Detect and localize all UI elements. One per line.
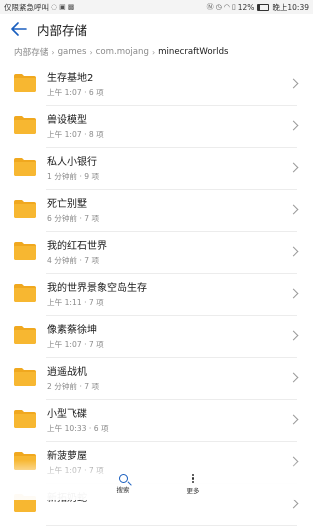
chevron-right-icon: › (151, 47, 156, 57)
folder-name: 兽设模型 (47, 115, 87, 126)
back-button[interactable] (10, 20, 28, 38)
folder-icon (14, 284, 36, 302)
chevron-right-icon (288, 372, 299, 383)
bottom-toolbar: 搜索 更多 (88, 470, 228, 498)
chevron-right-icon (288, 204, 299, 215)
status-bar: 仅限紧急呼叫 ◌ ▣ ▩ Ⓝ ◷ ◠ ▯ 12% 晚上10:39 (0, 0, 313, 14)
folder-meta: 2 分钟前 · 7 项 (47, 382, 100, 391)
folder-row[interactable]: 死亡别墅 6 分钟前 · 7 项 (0, 190, 313, 232)
folder-name: 我的世界景象空岛生存 (47, 283, 147, 294)
chevron-right-icon (288, 246, 299, 257)
folder-meta: 1 分钟前 · 9 项 (47, 172, 100, 181)
folder-row[interactable]: 生存基地2 上午 1:07 · 6 项 (0, 64, 313, 106)
more-vertical-icon (191, 473, 195, 484)
folder-icon (14, 452, 36, 470)
folder-row[interactable]: 我的世界景象空岛生存 上午 1:11 · 7 项 (0, 274, 313, 316)
sync-icon: ◌ (51, 2, 58, 11)
message-icon: ▣ (59, 2, 66, 11)
page-title: 内部存储 (37, 22, 88, 38)
folder-icon (14, 74, 36, 92)
folder-icon (14, 158, 36, 176)
folder-icon (14, 116, 36, 134)
more-label: 更多 (186, 487, 200, 495)
folder-icon (14, 410, 36, 428)
search-label: 搜索 (116, 486, 130, 494)
chevron-right-icon (288, 330, 299, 341)
folder-icon (14, 368, 36, 386)
more-button[interactable]: 更多 (168, 473, 218, 495)
breadcrumb-current[interactable]: minecraftWorlds (158, 47, 228, 57)
folder-meta: 上午 10:33 · 6 项 (47, 424, 109, 433)
chevron-right-icon (288, 78, 299, 89)
folder-name: 死亡别墅 (47, 199, 87, 210)
folder-meta: 4 分钟前 · 7 项 (47, 256, 100, 265)
nfc-icon: Ⓝ (206, 2, 214, 11)
folder-meta: 上午 1:11 · 7 项 (47, 298, 104, 307)
folder-name: 像素蔡徐坤 (47, 325, 97, 336)
folder-name: 私人小银行 (47, 157, 97, 168)
app-header: 内部存储 (0, 14, 313, 44)
no-sim-icon: ▯ (231, 2, 236, 11)
folder-row[interactable]: 逍遥战机 2 分钟前 · 7 项 (0, 358, 313, 400)
battery-percent: 12% (237, 2, 255, 12)
breadcrumb: 内部存储 › games › com.mojang › minecraftWor… (14, 44, 229, 60)
alarm-icon: ◷ (215, 2, 222, 11)
breadcrumb-item[interactable]: games (58, 47, 87, 57)
chevron-right-icon (288, 288, 299, 299)
folder-icon (14, 326, 36, 344)
breadcrumb-item[interactable]: 内部存储 (14, 46, 48, 58)
folder-name: 小型飞碟 (47, 409, 87, 420)
folder-meta: 上午 1:07 · 6 项 (47, 88, 104, 97)
folder-meta: 上午 1:07 · 8 项 (47, 130, 104, 139)
chevron-right-icon (288, 498, 299, 509)
chevron-right-icon (288, 162, 299, 173)
carrier-text: 仅限紧急呼叫 (4, 2, 49, 12)
image-icon: ▩ (67, 2, 75, 11)
search-button[interactable]: 搜索 (98, 474, 148, 494)
folder-row[interactable]: 我的红石世界 4 分钟前 · 7 项 (0, 232, 313, 274)
wifi-icon: ◠ (223, 2, 230, 11)
arrow-left-icon (11, 22, 27, 36)
folder-name: 逍遥战机 (47, 367, 87, 378)
folder-row[interactable]: 兽设模型上午 1:07 · 8 项 (0, 106, 313, 148)
clock: 晚上10:39 (272, 2, 309, 12)
chevron-right-icon (288, 414, 299, 425)
search-icon (118, 474, 128, 483)
folder-icon (14, 242, 36, 260)
folder-icon (14, 494, 36, 512)
folder-name: 我的红石世界 (47, 241, 107, 252)
folder-name: 生存基地2 (47, 73, 94, 84)
breadcrumb-item[interactable]: com.mojang (96, 47, 149, 57)
folder-row[interactable]: 小型飞碟上午 10:33 · 6 项 (0, 400, 313, 442)
folder-meta: 上午 1:07 · 7 项 (47, 340, 104, 349)
folder-name: 新菠萝屋 (47, 451, 87, 462)
chevron-right-icon: › (89, 47, 93, 57)
chevron-right-icon (288, 120, 299, 131)
chevron-right-icon: › (51, 47, 55, 57)
folder-row[interactable]: 像素蔡徐坤上午 1:07 · 7 项 (0, 316, 313, 358)
folder-list: 生存基地2 上午 1:07 · 6 项兽设模型 上午 1:07 · 8 项私人小银行… (0, 64, 313, 526)
folder-meta: 6 分钟前 · 7 项 (47, 214, 100, 223)
chevron-right-icon (288, 456, 299, 467)
folder-row[interactable]: 私人小银行 1 分钟前 · 9 项 (0, 148, 313, 190)
folder-icon (14, 200, 36, 218)
battery-icon (257, 3, 270, 11)
